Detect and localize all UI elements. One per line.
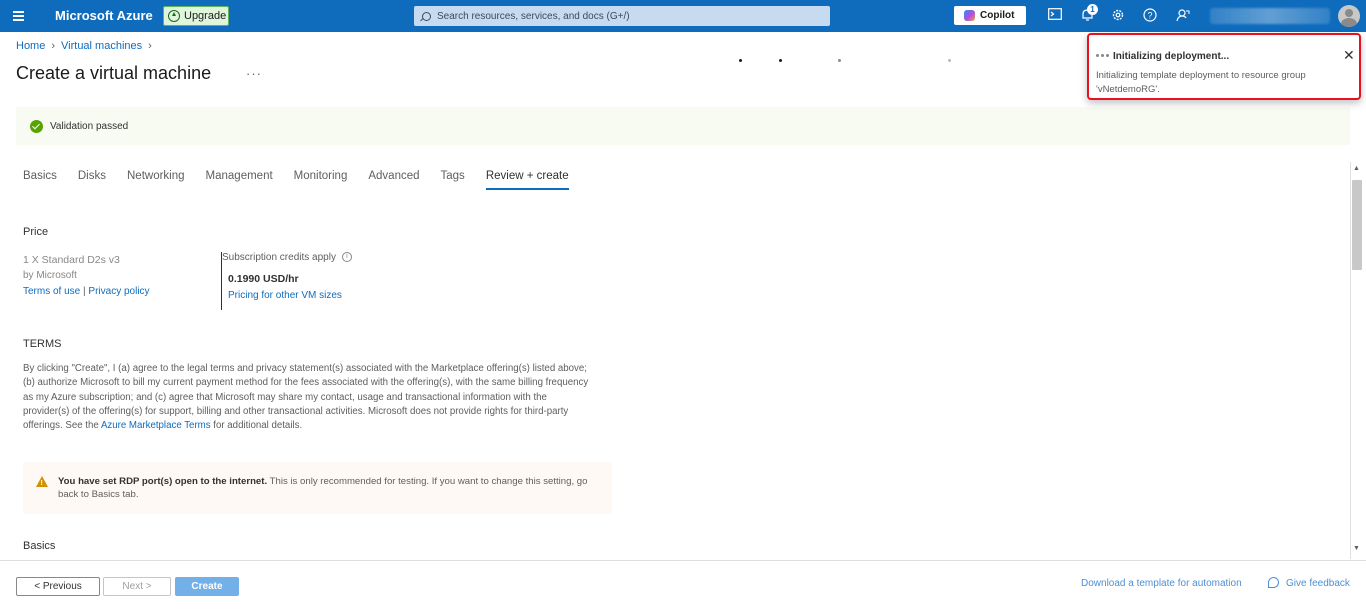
svg-text:?: ? (1147, 11, 1152, 21)
deployment-notification[interactable]: Initializing deployment... Initializing … (1087, 33, 1361, 100)
notification-body: Initializing template deployment to reso… (1096, 70, 1306, 95)
menu-icon[interactable] (11, 9, 27, 23)
info-icon[interactable]: i (341, 252, 352, 263)
give-feedback-link[interactable]: Give feedback (1286, 578, 1350, 589)
copilot-label: Copilot (980, 10, 1015, 21)
chevron-right-icon: › (148, 40, 152, 52)
loading-dot (838, 59, 841, 62)
breadcrumb-home[interactable]: Home (16, 40, 45, 52)
upgrade-label: Upgrade (184, 10, 227, 22)
loading-dot (739, 59, 742, 62)
progress-dots-icon (1096, 54, 1109, 57)
validation-text: Validation passed (50, 120, 129, 132)
link-separator: | (83, 286, 86, 297)
gear-icon[interactable] (1110, 8, 1126, 24)
tab-basics[interactable]: Basics (23, 170, 57, 190)
top-bar: Microsoft Azure Upgrade Search resources… (0, 0, 1366, 32)
page-title: Create a virtual machine (16, 63, 212, 83)
close-icon[interactable]: ✕ (1343, 48, 1355, 62)
credits-label: Subscription credits apply (222, 252, 336, 263)
copilot-button[interactable]: Copilot (954, 6, 1026, 25)
privacy-policy-link[interactable]: Privacy policy (88, 286, 149, 297)
loading-dot (779, 59, 782, 62)
loading-dot (948, 59, 951, 62)
tab-monitoring[interactable]: Monitoring (294, 170, 348, 190)
tab-disks[interactable]: Disks (78, 170, 106, 190)
more-options-button[interactable]: ··· (246, 66, 262, 81)
chevron-right-icon: › (51, 40, 56, 52)
next-button[interactable]: Next > (103, 577, 171, 596)
basics-heading: Basics (23, 540, 56, 552)
previous-button[interactable]: < Previous (16, 577, 100, 596)
create-button[interactable]: Create (175, 577, 239, 596)
search-placeholder: Search resources, services, and docs (G+… (437, 10, 630, 22)
copilot-icon (964, 10, 975, 21)
warning-bold: You have set RDP port(s) open to the int… (58, 476, 268, 487)
notification-title: Initializing deployment... (1113, 51, 1230, 62)
account-info-redacted[interactable] (1210, 8, 1330, 24)
give-feedback-icon[interactable] (1268, 577, 1279, 588)
price-rate: 0.1990 USD/hr (228, 273, 299, 285)
price-product: 1 X Standard D2s v3 (23, 254, 120, 266)
marketplace-terms-link[interactable]: Azure Marketplace Terms (101, 420, 211, 431)
feedback-icon[interactable] (1175, 8, 1191, 24)
price-rate-block: Subscription credits apply i 0.1990 USD/h… (221, 252, 352, 310)
search-icon (422, 11, 431, 21)
pricing-other-sizes-link[interactable]: Pricing for other VM sizes (228, 290, 342, 301)
breadcrumb-virtual-machines[interactable]: Virtual machines (61, 40, 142, 52)
credits-label-row: Subscription credits apply i (222, 252, 352, 263)
scroll-up-icon[interactable]: ▲ (1353, 165, 1360, 172)
notification-count-badge: 1 (1087, 4, 1098, 15)
validation-banner: Validation passed (16, 107, 1350, 145)
tab-networking[interactable]: Networking (127, 170, 185, 190)
download-template-link[interactable]: Download a template for automation (1081, 578, 1242, 589)
price-heading: Price (23, 226, 49, 238)
success-check-icon (30, 119, 43, 133)
terms-text: By clicking "Create", I (a) agree to the… (23, 362, 593, 433)
tab-management[interactable]: Management (206, 170, 273, 190)
warning-icon (36, 476, 48, 490)
upgrade-icon (168, 10, 180, 22)
avatar[interactable] (1338, 5, 1360, 27)
price-product-info: 1 X Standard D2s v3 by Microsoft Terms o… (23, 252, 150, 300)
terms-body-end: for additional details. (213, 420, 303, 432)
upgrade-button[interactable]: Upgrade (163, 6, 229, 26)
brand-name[interactable]: Microsoft Azure (55, 8, 153, 23)
search-input[interactable]: Search resources, services, and docs (G+… (414, 6, 830, 26)
wizard-tabs: Basics Disks Networking Management Monit… (23, 170, 590, 190)
terms-of-use-link[interactable]: Terms of use (23, 286, 80, 297)
price-publisher: by Microsoft (23, 270, 77, 281)
scroll-down-icon[interactable]: ▼ (1353, 545, 1360, 552)
footer-bar: < Previous Next > Create Download a temp… (0, 560, 1366, 615)
terms-heading: TERMS (23, 338, 62, 350)
tab-tags[interactable]: Tags (441, 170, 465, 190)
cloud-shell-icon[interactable] (1047, 8, 1063, 24)
tab-review-create[interactable]: Review + create (485, 170, 569, 190)
help-icon[interactable]: ? (1142, 8, 1158, 24)
tab-advanced[interactable]: Advanced (368, 170, 419, 190)
scrollbar-thumb[interactable] (1352, 180, 1362, 270)
rdp-warning-banner: You have set RDP port(s) open to the int… (23, 462, 612, 514)
breadcrumb: Home › Virtual machines › (16, 40, 152, 52)
